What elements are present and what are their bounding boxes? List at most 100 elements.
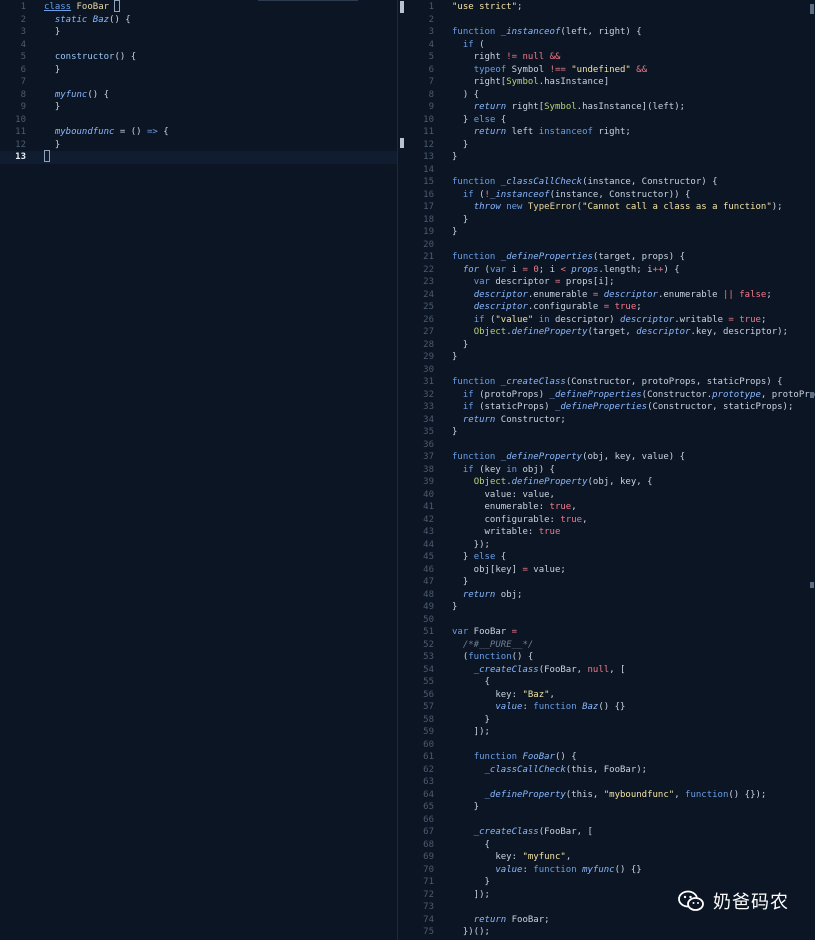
code-line[interactable]: 33 if (staticProps) _defineProperties(Co… <box>398 401 815 414</box>
code-text[interactable]: var descriptor = props[i]; <box>452 276 615 289</box>
code-line[interactable]: 11 myboundfunc = () => { <box>0 126 397 139</box>
code-line[interactable]: 74 return FooBar; <box>398 914 815 927</box>
code-text[interactable]: } <box>44 101 60 114</box>
code-text[interactable]: } <box>452 876 490 889</box>
left-code-lines[interactable]: 1 class FooBar 2 static Baz() {3 } 4 5 cons… <box>0 0 397 164</box>
code-line[interactable]: 5 right != null && <box>398 51 815 64</box>
code-line[interactable]: 29} <box>398 351 815 364</box>
code-text[interactable]: if (!_instanceof(instance, Constructor))… <box>452 189 691 202</box>
code-line[interactable]: 25 descriptor.configurable = true; <box>398 301 815 314</box>
code-text[interactable]: }); <box>452 539 490 552</box>
code-line[interactable]: 17 throw new TypeError("Cannot call a cl… <box>398 201 815 214</box>
code-line[interactable]: 19} <box>398 226 815 239</box>
code-line[interactable]: 1 class FooBar <box>0 0 397 14</box>
code-line[interactable]: 7 <box>0 76 397 89</box>
code-text[interactable]: return Constructor; <box>452 414 566 427</box>
code-text[interactable]: { <box>452 676 490 689</box>
code-text[interactable]: } <box>452 339 468 352</box>
code-text[interactable]: enumerable: true, <box>452 501 577 514</box>
code-text[interactable]: value: function Baz() {} <box>452 701 625 714</box>
code-line[interactable]: 67 _createClass(FooBar, [ <box>398 826 815 839</box>
code-line[interactable]: 23 var descriptor = props[i]; <box>398 276 815 289</box>
code-line[interactable]: 2 static Baz() { <box>0 14 397 27</box>
code-text[interactable]: return obj; <box>452 589 523 602</box>
code-line[interactable]: 37 function _defineProperty(obj, key, val… <box>398 451 815 464</box>
code-text[interactable]: Object.defineProperty(target, descriptor… <box>452 326 788 339</box>
code-line[interactable]: 21 function _defineProperties(target, pro… <box>398 251 815 264</box>
code-line[interactable]: 5 constructor() { <box>0 51 397 64</box>
code-line[interactable]: 40 value: value, <box>398 489 815 502</box>
code-line[interactable]: 22 for (var i = 0; i < props.length; i++… <box>398 264 815 277</box>
code-line[interactable]: 38 if (key in obj) { <box>398 464 815 477</box>
code-line[interactable]: 10 <box>0 114 397 127</box>
code-line[interactable]: 63 <box>398 776 815 789</box>
code-text[interactable]: } <box>452 601 457 614</box>
code-line[interactable]: 61 function FooBar() { <box>398 751 815 764</box>
code-line[interactable]: 55 { <box>398 676 815 689</box>
code-line[interactable]: 65 } <box>398 801 815 814</box>
code-line[interactable]: 54 _createClass(FooBar, null, [ <box>398 664 815 677</box>
code-line[interactable]: 51 var FooBar = <box>398 626 815 639</box>
code-line[interactable]: 9 return right[Symbol.hasInstance](left)… <box>398 101 815 114</box>
code-text[interactable]: if ("value" in descriptor) descriptor.wr… <box>452 314 767 327</box>
code-line[interactable]: 4 if ( <box>398 39 815 52</box>
code-text[interactable]: key: "myfunc", <box>452 851 571 864</box>
code-text[interactable]: } <box>452 151 457 164</box>
code-line[interactable]: 58 } <box>398 714 815 727</box>
code-text[interactable]: function _defineProperty(obj, key, value… <box>452 451 685 464</box>
code-line[interactable]: 68 { <box>398 839 815 852</box>
code-line[interactable]: 59 ]); <box>398 726 815 739</box>
code-text[interactable]: function FooBar() { <box>452 751 577 764</box>
code-text[interactable]: _classCallCheck(this, FooBar); <box>452 764 648 777</box>
code-text[interactable]: key: "Baz", <box>452 689 555 702</box>
code-line[interactable]: 66 <box>398 814 815 827</box>
code-line[interactable]: 6 } <box>0 64 397 77</box>
code-text[interactable]: } <box>452 426 457 439</box>
code-text[interactable]: right != null && <box>452 51 561 64</box>
code-text[interactable]: typeof Symbol !== "undefined" && <box>452 64 647 77</box>
code-text[interactable]: value: value, <box>452 489 555 502</box>
code-text[interactable]: constructor() { <box>44 51 136 64</box>
code-line[interactable]: 11 return left instanceof right; <box>398 126 815 139</box>
code-text[interactable]: ]); <box>452 726 490 739</box>
code-line[interactable]: 8 ) { <box>398 89 815 102</box>
code-line[interactable]: 48 return obj; <box>398 589 815 602</box>
code-text[interactable]: obj[key] = value; <box>452 564 566 577</box>
code-text[interactable]: throw new TypeError("Cannot call a class… <box>452 201 783 214</box>
right-code-lines[interactable]: 1 "use strict"; 2 3 function _instanceof(lef… <box>398 0 815 939</box>
code-line[interactable]: 44 }); <box>398 539 815 552</box>
code-text[interactable]: value: function myfunc() {} <box>452 864 641 877</box>
code-line[interactable]: 53 (function() { <box>398 651 815 664</box>
code-text[interactable]: function _defineProperties(target, props… <box>452 251 685 264</box>
code-line[interactable]: 32 if (protoProps) _defineProperties(Con… <box>398 389 815 402</box>
code-line[interactable]: 43 writable: true <box>398 526 815 539</box>
code-text[interactable] <box>44 149 50 164</box>
code-line[interactable]: 8 myfunc() { <box>0 89 397 102</box>
scrollbar[interactable] <box>807 0 815 940</box>
code-line[interactable]: 14 <box>398 164 815 177</box>
code-text[interactable]: } <box>452 214 468 227</box>
code-text[interactable]: if (staticProps) _defineProperties(Const… <box>452 401 794 414</box>
code-text[interactable]: return right[Symbol.hasInstance](left); <box>452 101 685 114</box>
code-line[interactable]: 3 } <box>0 26 397 39</box>
code-line[interactable]: 28 } <box>398 339 815 352</box>
code-line[interactable]: 13} <box>398 151 815 164</box>
code-line[interactable]: 13 <box>0 149 397 164</box>
code-text[interactable]: } else { <box>452 114 506 127</box>
code-text[interactable]: _defineProperty(this, "myboundfunc", fun… <box>452 789 767 802</box>
code-text[interactable]: } <box>452 714 490 727</box>
code-line[interactable]: 30 <box>398 364 815 377</box>
code-line[interactable]: 47 } <box>398 576 815 589</box>
code-line[interactable]: 49} <box>398 601 815 614</box>
code-line[interactable]: 24 descriptor.enumerable = descriptor.en… <box>398 289 815 302</box>
code-line[interactable]: 18 } <box>398 214 815 227</box>
code-line[interactable]: 39 Object.defineProperty(obj, key, { <box>398 476 815 489</box>
code-text[interactable]: if (protoProps) _defineProperties(Constr… <box>452 389 815 402</box>
code-text[interactable]: return left instanceof right; <box>452 126 631 139</box>
code-text[interactable]: Object.defineProperty(obj, key, { <box>452 476 653 489</box>
code-text[interactable]: } <box>452 226 457 239</box>
code-line[interactable]: 46 obj[key] = value; <box>398 564 815 577</box>
code-line[interactable]: 12 } <box>0 139 397 152</box>
code-line[interactable]: 45 } else { <box>398 551 815 564</box>
code-line[interactable]: 12 } <box>398 139 815 152</box>
